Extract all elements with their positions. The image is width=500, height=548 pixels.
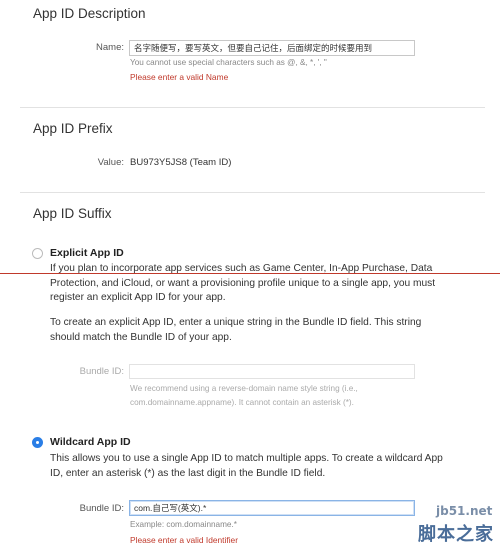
divider bbox=[20, 107, 485, 108]
explicit-description: If you plan to incorporate app services … bbox=[50, 262, 435, 306]
explicit-bundle-input[interactable] bbox=[129, 364, 415, 379]
watermark-brand: 脚本之家 bbox=[418, 524, 494, 545]
wildcard-desc-line: ID, enter an asterisk (*) as the last di… bbox=[50, 467, 326, 479]
explicit-instructions: To create an explicit App ID, enter a un… bbox=[50, 316, 421, 345]
wildcard-radio[interactable] bbox=[32, 437, 43, 448]
wildcard-desc-line: This allows you to use a single App ID t… bbox=[50, 453, 443, 464]
prefix-value-label: Value: bbox=[97, 157, 124, 168]
explicit-desc-line: If you plan to incorporate app services … bbox=[50, 263, 433, 274]
wildcard-error: Please enter a valid Identifier bbox=[130, 535, 239, 545]
name-input[interactable]: 名字随便写，要写英文，但要自己记住，后面绑定的时候要用到 bbox=[129, 40, 415, 56]
prefix-section-title: App ID Prefix bbox=[33, 121, 113, 136]
explicit-bundle-hint: We recommend using a reverse-domain name… bbox=[130, 382, 358, 410]
wildcard-bundle-label: Bundle ID: bbox=[79, 503, 124, 514]
wildcard-title[interactable]: Wildcard App ID bbox=[50, 436, 131, 448]
prefix-value: BU973Y5JS8 (Team ID) bbox=[130, 157, 232, 168]
explicit-title[interactable]: Explicit App ID bbox=[50, 247, 124, 259]
wildcard-description: This allows you to use a single App ID t… bbox=[50, 452, 443, 481]
explicit-radio[interactable] bbox=[32, 248, 43, 259]
wildcard-bundle-input[interactable]: com.自己写(英文).* bbox=[129, 500, 415, 516]
description-section-title: App ID Description bbox=[33, 6, 146, 21]
explicit-desc-line: Protection, and iCloud, or want a provis… bbox=[50, 277, 436, 289]
name-hint: You cannot use special characters such a… bbox=[130, 58, 327, 67]
explicit-desc-line: register an explicit App ID for your app… bbox=[50, 292, 226, 303]
hint-line: We recommend using a reverse-domain name… bbox=[130, 384, 358, 393]
hint-line: com.domainname.appname). It cannot conta… bbox=[130, 398, 354, 407]
annotation-red-line bbox=[0, 273, 500, 274]
suffix-section-title: App ID Suffix bbox=[33, 206, 112, 221]
explicit-instr-line: To create an explicit App ID, enter a un… bbox=[50, 317, 422, 328]
name-label: Name: bbox=[96, 42, 124, 53]
explicit-bundle-label: Bundle ID: bbox=[79, 366, 124, 377]
watermark-site: jb51.net bbox=[436, 504, 493, 518]
explicit-instr-line: should match the Bundle ID of your app. bbox=[50, 331, 232, 343]
divider bbox=[20, 192, 485, 193]
wildcard-example: Example: com.domainname.* bbox=[130, 520, 237, 529]
name-error: Please enter a valid Name bbox=[130, 72, 229, 82]
